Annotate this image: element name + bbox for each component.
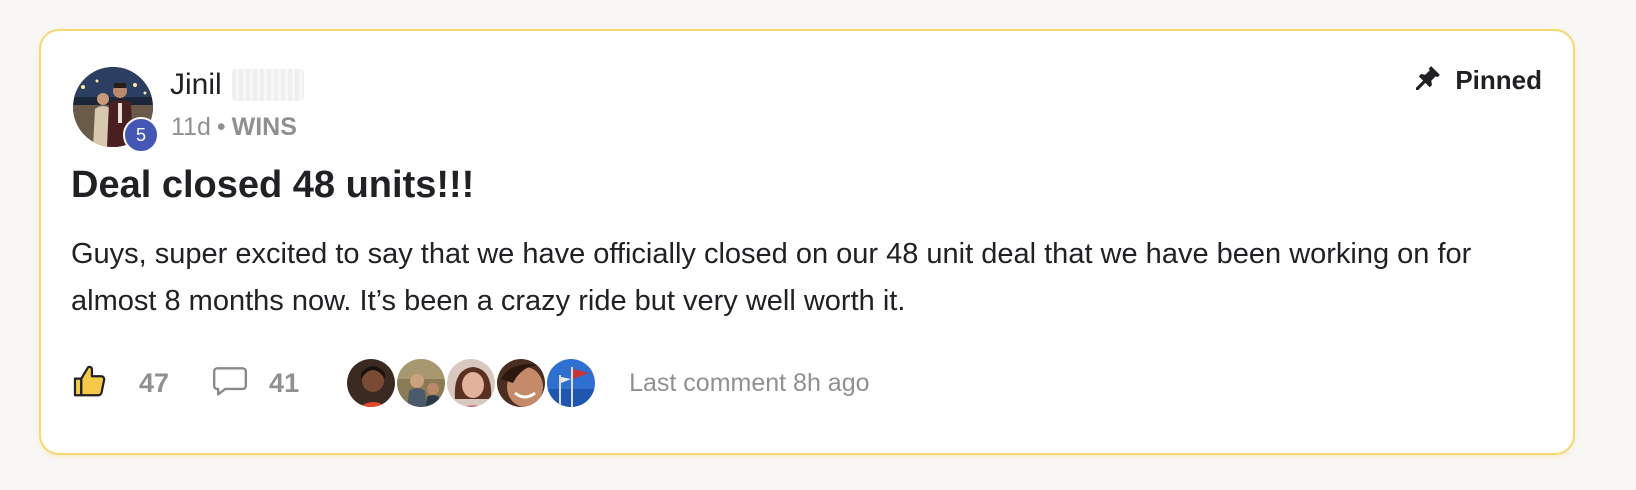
commenter-avatar[interactable] — [545, 357, 598, 409]
like-count: 47 — [139, 367, 170, 398]
commenter-avatar[interactable] — [445, 357, 498, 409]
post-title[interactable]: Deal closed 48 units!!! — [71, 164, 474, 207]
post-meta: 11d • WINS — [171, 111, 297, 143]
last-comment-time: Last comment 8h ago — [629, 368, 870, 397]
post-age: 11d — [171, 112, 211, 141]
pinned-indicator: Pinned — [1413, 62, 1542, 98]
author-name[interactable]: Jinil — [170, 68, 222, 102]
comment-button[interactable]: 41 — [211, 362, 299, 405]
speech-bubble-icon[interactable] — [211, 362, 249, 405]
commenter-avatar[interactable] — [345, 357, 398, 409]
thumbs-up-icon[interactable] — [71, 362, 109, 405]
redacted-surname — [231, 69, 304, 101]
commenter-avatar[interactable] — [395, 357, 448, 409]
meta-separator: • — [216, 112, 226, 141]
commenter-avatar[interactable] — [495, 357, 548, 409]
level-badge: 5 — [123, 117, 159, 153]
pinned-label: Pinned — [1455, 64, 1542, 95]
post-footer: 47 41 Last comment 8h ago — [71, 356, 870, 410]
post-category[interactable]: WINS — [232, 113, 297, 142]
like-button[interactable]: 47 — [71, 362, 169, 405]
author-row: Jinil — [170, 65, 304, 105]
post-body: Guys, super excited to say that we have … — [71, 238, 1472, 317]
comment-count: 41 — [269, 367, 300, 398]
commenter-avatars[interactable] — [345, 357, 598, 409]
pin-icon — [1413, 63, 1443, 98]
post-card[interactable]: 5 Jinil 11d • WINS Pinned Deal closed 48… — [39, 29, 1575, 455]
